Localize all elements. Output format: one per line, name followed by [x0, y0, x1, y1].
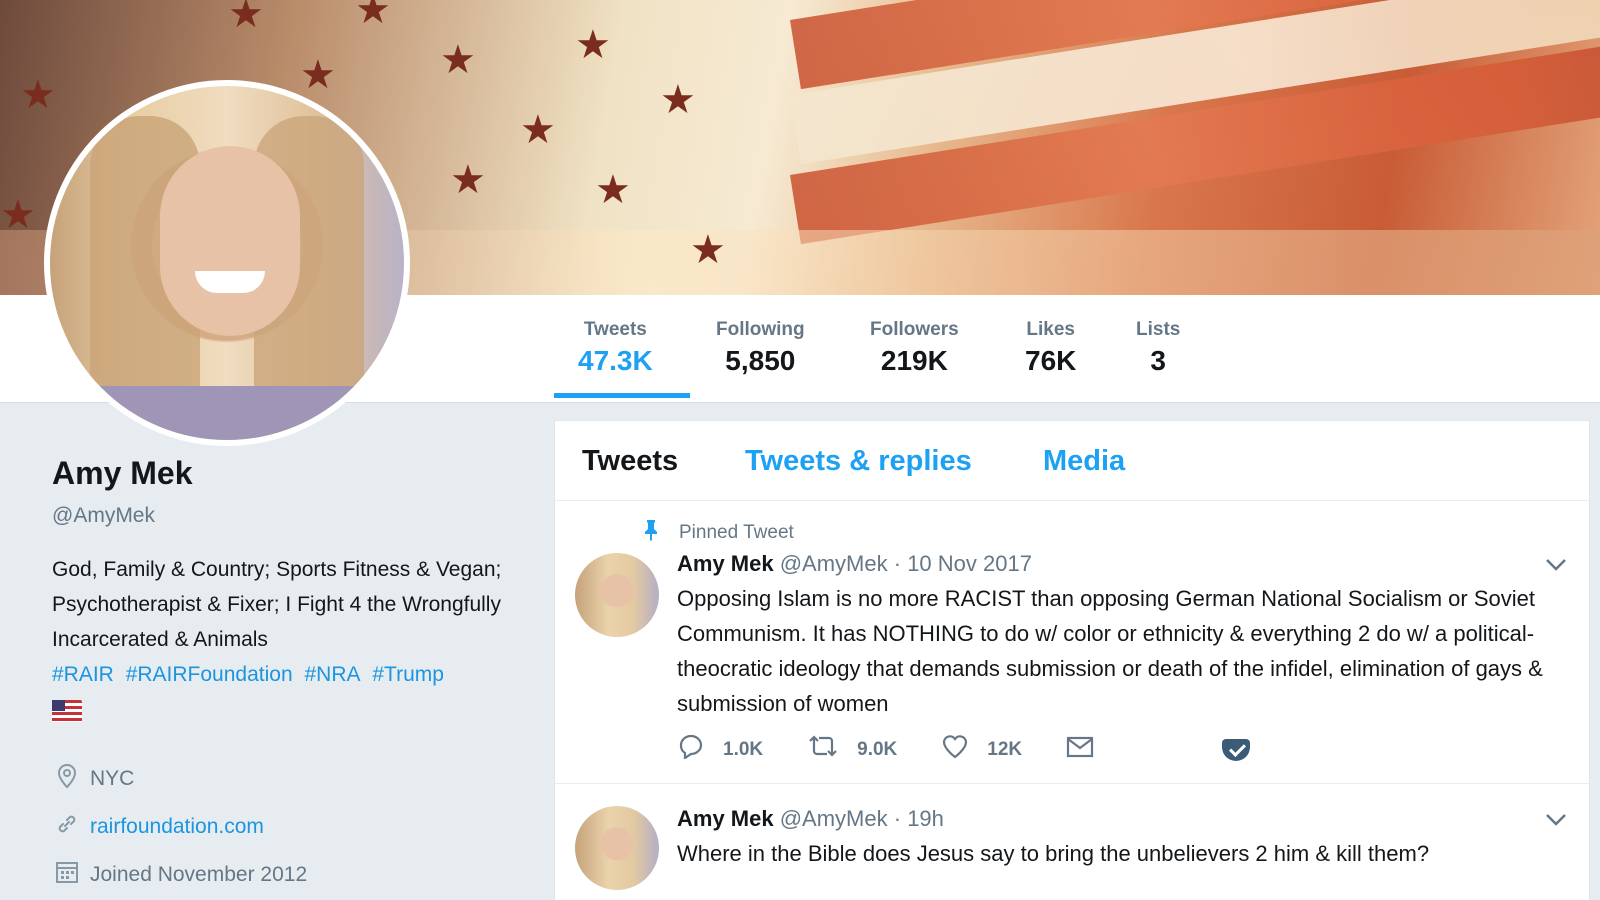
- location-pin-icon: [52, 763, 82, 795]
- pinned-label: Pinned Tweet: [641, 519, 794, 547]
- timeline-tabs: Tweets Tweets & replies Media: [555, 421, 1589, 501]
- profile-card: Amy Mek @AmyMek God, Family & Country; S…: [52, 455, 532, 899]
- stat-value: 219K: [880, 345, 948, 376]
- active-stat-underline: [554, 393, 690, 398]
- avatar-shirt: [50, 386, 404, 440]
- banner-star: ★: [355, 0, 391, 32]
- profile-location: NYC: [52, 755, 532, 803]
- hashtag-link[interactable]: #NRA: [304, 663, 360, 686]
- stat-tweets[interactable]: Tweets 47.3K: [578, 319, 653, 377]
- stat-following[interactable]: Following 5,850: [716, 319, 805, 377]
- link-icon: [52, 812, 82, 842]
- retweet-count: 9.0K: [857, 738, 898, 760]
- profile-handle[interactable]: @AmyMek: [52, 504, 532, 528]
- tweet-text: Where in the Bible does Jesus say to bri…: [677, 841, 1430, 866]
- like-action[interactable]: 12K: [941, 733, 1022, 766]
- stat-value: 5,850: [725, 345, 796, 376]
- profile-name[interactable]: Amy Mek: [52, 455, 532, 492]
- retweet-action[interactable]: 9.0K: [807, 733, 897, 766]
- hashtag-link[interactable]: #Trump: [372, 663, 444, 686]
- pocket-icon: [1222, 738, 1251, 761]
- hashtag-link[interactable]: #RAIRFoundation: [126, 663, 293, 686]
- calendar-icon: [52, 860, 82, 890]
- banner-star: ★: [690, 228, 726, 272]
- website-link[interactable]: rairfoundation.com: [90, 815, 264, 839]
- profile-bio: God, Family & Country; Sports Fitness & …: [52, 552, 532, 733]
- hashtag-link[interactable]: #RAIR: [52, 663, 114, 686]
- stat-likes[interactable]: Likes 76K: [1025, 319, 1076, 377]
- profile-meta: NYC rairfoundation.com Joined November 2…: [52, 755, 532, 899]
- tweet[interactable]: Amy Mek @AmyMek · 19h Where in the Bible…: [555, 784, 1589, 900]
- chevron-down-icon[interactable]: [1545, 555, 1567, 578]
- banner-star: ★: [450, 158, 486, 202]
- stat-lists[interactable]: Lists 3: [1136, 319, 1180, 377]
- tab-media[interactable]: Media: [1043, 445, 1125, 478]
- tweet-avatar[interactable]: [575, 553, 659, 637]
- like-count: 12K: [987, 738, 1023, 760]
- stat-value: 3: [1150, 345, 1166, 376]
- tweet-header: Amy Mek @AmyMek · 19h: [677, 806, 944, 832]
- location-text: NYC: [90, 767, 135, 790]
- banner-star: ★: [575, 23, 611, 67]
- tweet-author-name[interactable]: Amy Mek: [677, 551, 774, 576]
- pin-icon: [641, 519, 661, 547]
- timeline: Tweets Tweets & replies Media Pinned Twe…: [554, 420, 1590, 900]
- bio-hashtags: #RAIR #RAIRFoundation #NRA #Trump: [52, 657, 532, 692]
- banner-star: ★: [520, 108, 556, 152]
- tweet-actions: 1.0K 9.0K 12K: [677, 733, 1294, 766]
- reply-action[interactable]: 1.0K: [677, 733, 763, 766]
- stat-label: Followers: [870, 319, 959, 340]
- avatar-smile: [195, 271, 265, 293]
- pocket-action[interactable]: [1222, 738, 1251, 761]
- stat-label: Following: [716, 319, 805, 340]
- profile-avatar[interactable]: [44, 80, 410, 446]
- tab-tweets-replies[interactable]: Tweets & replies: [745, 445, 972, 478]
- reply-icon: [677, 733, 705, 766]
- banner-star: ★: [0, 193, 36, 237]
- tab-tweets[interactable]: Tweets: [582, 445, 678, 478]
- tweet-pinned[interactable]: Pinned Tweet Amy Mek @AmyMek · 10 Nov 20…: [555, 501, 1589, 784]
- tweet-time[interactable]: · 10 Nov 2017: [894, 551, 1032, 576]
- envelope-icon: [1066, 734, 1094, 765]
- stat-label: Likes: [1026, 319, 1075, 340]
- dm-action[interactable]: [1066, 734, 1112, 765]
- profile-website: rairfoundation.com: [52, 803, 532, 851]
- tweet-author-name[interactable]: Amy Mek: [677, 806, 774, 831]
- retweet-icon: [807, 733, 839, 766]
- profile-joined: Joined November 2012: [52, 851, 532, 899]
- stat-value: 47.3K: [578, 345, 653, 376]
- tweet-avatar[interactable]: [575, 806, 659, 890]
- stat-label: Lists: [1136, 319, 1181, 340]
- heart-icon: [941, 733, 969, 766]
- tweet-author-handle[interactable]: @AmyMek: [780, 551, 888, 576]
- banner-star: ★: [660, 78, 696, 122]
- tweet-header: Amy Mek @AmyMek · 10 Nov 2017: [677, 551, 1032, 577]
- stat-label: Tweets: [583, 319, 647, 340]
- reply-count: 1.0K: [723, 738, 764, 760]
- tweet-author-handle[interactable]: @AmyMek: [780, 806, 888, 831]
- banner-star: ★: [20, 73, 56, 117]
- banner-star: ★: [440, 38, 476, 82]
- stat-followers[interactable]: Followers 219K: [870, 319, 959, 377]
- joined-text: Joined November 2012: [90, 863, 308, 886]
- banner-star: ★: [300, 53, 336, 97]
- banner-star: ★: [595, 168, 631, 212]
- us-flag-icon: [52, 700, 82, 722]
- avatar-face: [160, 146, 300, 336]
- bio-text: God, Family & Country; Sports Fitness & …: [52, 558, 502, 651]
- chevron-down-icon[interactable]: [1545, 810, 1567, 833]
- banner-star: ★: [228, 0, 264, 36]
- pinned-text: Pinned Tweet: [679, 522, 794, 543]
- tweet-text: Opposing Islam is no more RACIST than op…: [677, 586, 1543, 716]
- tweet-time[interactable]: · 19h: [894, 806, 944, 831]
- stat-value: 76K: [1025, 345, 1077, 376]
